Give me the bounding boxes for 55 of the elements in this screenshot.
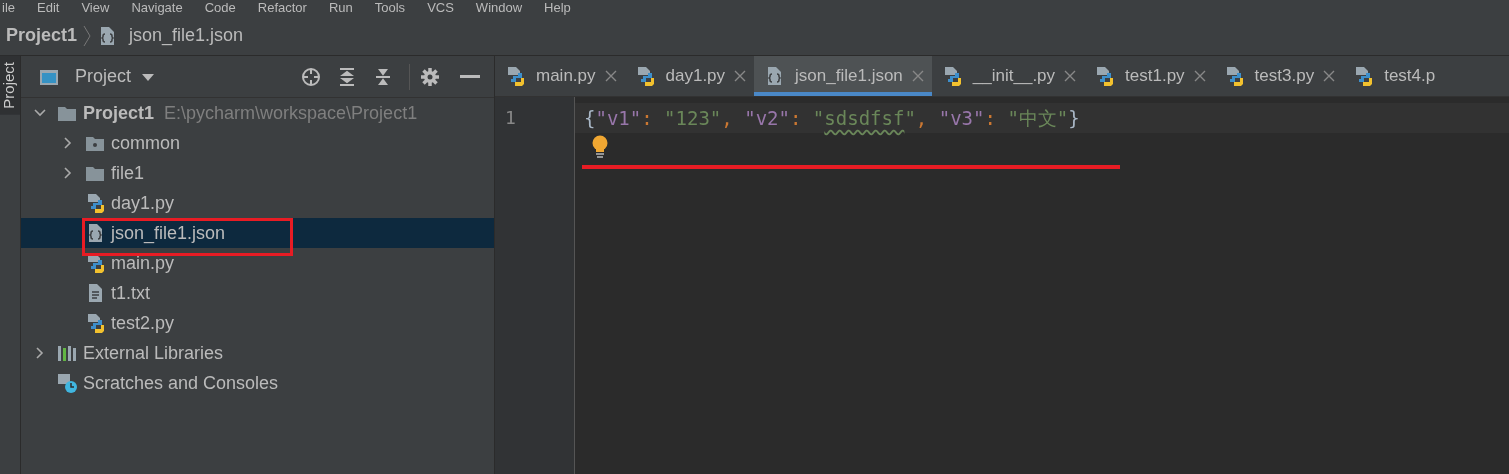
library-icon — [57, 343, 77, 363]
menu-item[interactable]: Refactor — [257, 0, 307, 16]
expand-all-icon — [337, 66, 357, 87]
editor-tab[interactable]: __init__.py — [931, 56, 1085, 96]
menu-item[interactable]: VCS — [427, 0, 454, 16]
settings-icon — [420, 66, 440, 87]
path-label: E:\pycharm\workspace\Project1 — [164, 102, 418, 124]
menu-item[interactable]: Navigate — [131, 0, 183, 16]
tree-item[interactable]: Scratches and Consoles — [21, 368, 494, 398]
tree-item[interactable]: file1 — [21, 158, 494, 188]
menu-item[interactable]: View — [81, 0, 110, 16]
editor-tab[interactable]: day1.py — [624, 56, 755, 96]
line-number: 1 — [504, 106, 517, 130]
python-file-icon — [85, 193, 105, 213]
close-icon — [734, 70, 747, 82]
collapse-all-icon — [373, 66, 393, 87]
menu-item[interactable]: Run — [328, 0, 353, 16]
editor-tab[interactable]: test3.py — [1213, 56, 1344, 96]
tool-window-tab[interactable]: Project — [0, 56, 20, 115]
editor-tab[interactable]: main.py — [495, 56, 625, 96]
minimize-icon — [460, 75, 480, 78]
menu-item[interactable]: Tools — [374, 0, 406, 16]
tree-item[interactable]: t1.txt — [21, 278, 494, 308]
locate-icon — [301, 66, 321, 87]
menu-item[interactable]: Code — [204, 0, 236, 16]
tree-item[interactable]: External Libraries — [21, 338, 494, 368]
tree-item[interactable]: test2.py — [21, 308, 494, 338]
close-icon — [604, 70, 617, 82]
breadcrumb-item[interactable]: json_file1.json — [129, 25, 244, 46]
close-icon — [1064, 70, 1077, 82]
python-file-icon — [1353, 66, 1374, 86]
close-icon — [1193, 70, 1206, 82]
menu-item[interactable]: Window — [475, 0, 523, 16]
close-icon — [911, 70, 924, 82]
editor-tab[interactable]: test4.p — [1343, 56, 1444, 96]
python-file-icon — [85, 253, 105, 273]
tree-item[interactable]: json_file1.json — [21, 218, 494, 248]
tree-item[interactable]: main.py — [21, 248, 494, 278]
editor-tab[interactable]: json_file1.json — [754, 56, 932, 96]
python-file-icon — [1094, 66, 1115, 86]
tree-item[interactable]: Project1 E:\pycharm\workspace\Project1 — [21, 98, 494, 128]
menu-item[interactable]: Edit — [37, 0, 60, 16]
tree-item[interactable]: common — [21, 128, 494, 158]
menu-item[interactable]: Help — [544, 0, 571, 16]
python-file-icon — [505, 66, 525, 86]
breadcrumb-item[interactable]: Project1 — [6, 25, 78, 46]
panel-title[interactable]: Project — [75, 66, 132, 87]
separator-icon — [83, 24, 92, 47]
editor-tab[interactable]: test1.py — [1084, 56, 1214, 96]
menu-item[interactable]: ile — [2, 0, 15, 16]
tree-item[interactable]: day1.py — [21, 188, 494, 218]
scratches-icon — [57, 373, 77, 393]
close-icon — [1323, 70, 1336, 82]
lightbulb-icon — [591, 135, 609, 159]
python-file-icon — [85, 313, 105, 333]
